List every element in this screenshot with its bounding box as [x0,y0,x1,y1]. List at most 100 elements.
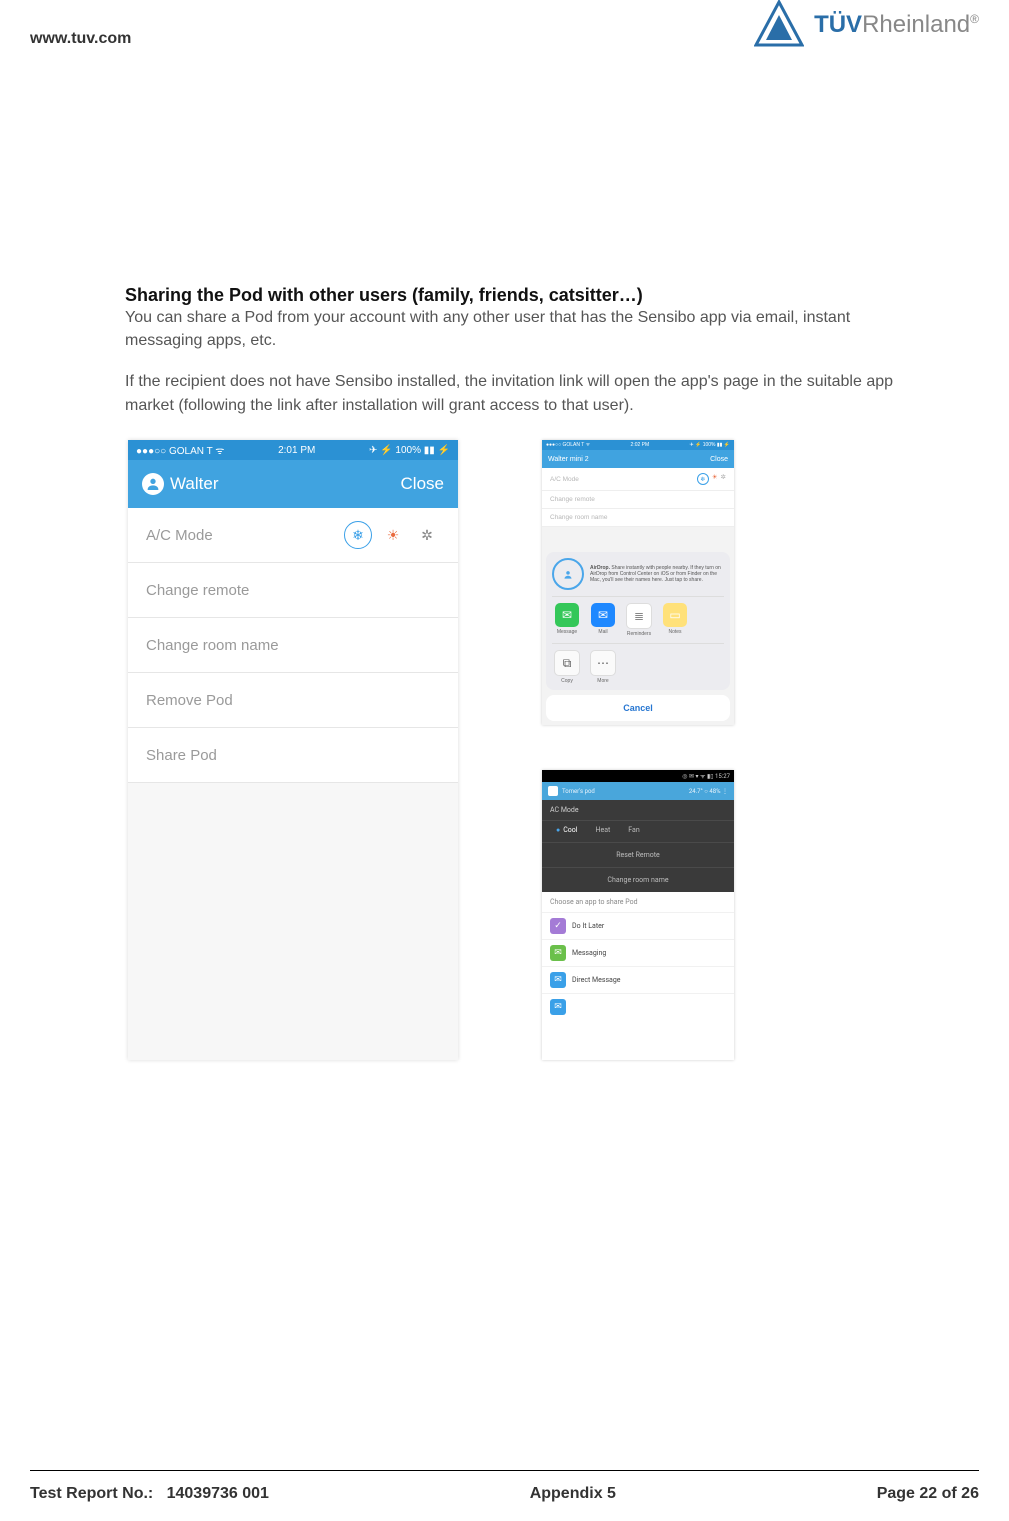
row-label: Remove Pod [146,692,233,709]
share-actions-row: ⧉ Copy ⋯More [552,650,724,684]
row-reset-remote[interactable]: Reset Remote [542,843,734,868]
sun-icon: ☀ [712,473,718,485]
status-carrier: ●●●○○ GOLAN T ᯤ [546,442,590,448]
mail-icon: ✉ [591,603,615,627]
tuv-triangle-icon [754,0,804,50]
screenshot-android-share: ◎ ✉ ▾ ᯤ ▮▯ 15:27 Tomer's pod 24.7° ○ 48%… [542,770,734,1060]
footer-divider [30,1470,979,1471]
share-option-icon: ✉ [550,972,566,988]
ios-nav-bar: Walter mini 2 Close [542,450,734,468]
ios-status-bar: ●●●○○ GOLAN T ᯤ 2:02 PM ✈ ⚡ 100% ▮▮ ⚡ [542,440,734,450]
header-url: www.tuv.com [30,30,131,48]
fan-icon[interactable]: ✲ [414,522,440,548]
row-label: A/C Mode [146,527,213,544]
row-label: A/C Mode [550,476,579,483]
share-sheet: AirDrop. Share instantly with people nea… [546,552,730,721]
android-status-bar: ◎ ✉ ▾ ᯤ ▮▯ 15:27 [542,770,734,782]
share-option-label: Direct Message [572,976,621,984]
footer-right: Page 22 of 26 [877,1485,979,1503]
nav-title: Walter [142,473,219,495]
ios-status-bar: ●●●○○ GOLAN T ᯤ 2:01 PM ✈ ⚡ 100% ▮▮ ⚡ [128,440,458,460]
status-carrier: ●●●○○ GOLAN T ᯤ [136,443,224,457]
status-time: 2:02 PM [631,442,650,448]
snowflake-icon[interactable]: ❄ [344,521,372,549]
screenshot-ios-share-sheet: ●●●○○ GOLAN T ᯤ 2:02 PM ✈ ⚡ 100% ▮▮ ⚡ Wa… [542,440,734,725]
share-option[interactable]: ✉ Direct Message [542,966,734,993]
share-option[interactable]: ✉ [542,993,734,1020]
android-dark-panel: AC Mode ●Cool Heat Fan Reset Remote Chan… [542,800,734,892]
copy-icon: ⧉ [554,650,580,676]
section-paragraph-1: You can share a Pod from your account wi… [125,306,895,352]
screenshot-ios-settings: ●●●○○ GOLAN T ᯤ 2:01 PM ✈ ⚡ 100% ▮▮ ⚡ Wa… [128,440,458,1060]
footer-left-value: 14039736 001 [167,1485,269,1502]
share-option-icon: ✓ [550,918,566,934]
row-label: Change remote [550,496,595,503]
status-battery: ✈ ⚡ 100% ▮▮ ⚡ [369,445,450,456]
content-block: Sharing the Pod with other users (family… [125,285,895,417]
mode-fan[interactable]: Fan [628,826,639,834]
close-button[interactable]: Close [710,456,728,463]
row-change-room-name[interactable]: Change room name [128,618,458,673]
section-title: Sharing the Pod with other users (family… [125,285,895,306]
cancel-button[interactable]: Cancel [546,695,730,721]
mode-cool[interactable]: ●Cool [556,826,577,834]
share-action-label: Copy [561,678,573,684]
row-label: Share Pod [146,747,217,764]
nav-title: Tomer's pod [548,786,595,796]
airdrop-row[interactable]: AirDrop. Share instantly with people nea… [552,558,724,597]
share-option-label: Do It Later [572,922,604,930]
airdrop-icon [552,558,584,590]
share-option[interactable]: ✓ Do It Later [542,912,734,939]
status-icons: ◎ ✉ ▾ ᯤ ▮▯ 15:27 [682,772,730,780]
close-button[interactable]: Close [401,474,444,494]
row-change-remote: Change remote [542,491,734,509]
share-action-more[interactable]: ⋯More [588,650,618,684]
notes-icon: ▭ [663,603,687,627]
share-app-label: Notes [668,629,681,635]
nav-title-text: Walter [170,474,219,494]
share-options-list: ✓Do It Later✉Messaging✉Direct Message✉ [542,912,734,1020]
share-apps-row: ✉ Message ✉Mail≣Reminders ▭ Notes [552,603,724,644]
share-app-label: Message [557,629,577,635]
share-action-copy[interactable]: ⧉ Copy [552,650,582,684]
tuv-brand-text: TÜVRheinland® [814,11,979,39]
mode-icons: ❄ ☀ ✲ [344,521,440,549]
share-chooser-title: Choose an app to share Pod [542,892,734,912]
tuv-brand-light: Rheinland [862,11,970,38]
row-remove-pod[interactable]: Remove Pod [128,673,458,728]
mode-selector: ●Cool Heat Fan [542,821,734,843]
row-change-remote[interactable]: Change remote [128,563,458,618]
share-app-notes[interactable]: ▭ Notes [660,603,690,637]
android-top-bar: Tomer's pod 24.7° ○ 48% ⋮ [542,782,734,800]
device-icon [548,786,558,796]
airdrop-text: AirDrop. Share instantly with people nea… [590,565,724,583]
row-label: Change remote [146,582,249,599]
mode-heat[interactable]: Heat [595,826,610,834]
footer-left: Test Report No.: 14039736 001 [30,1485,269,1503]
share-app-mail[interactable]: ✉Mail [588,603,618,637]
status-time: 2:01 PM [278,445,315,456]
share-option-icon: ✉ [550,945,566,961]
nav-title-text: Tomer's pod [562,788,595,795]
snowflake-icon: ❄ [697,473,709,485]
row-change-room-name[interactable]: Change room name [542,868,734,892]
row-share-pod[interactable]: Share Pod [128,728,458,783]
sun-icon[interactable]: ☀ [380,522,406,548]
footer-center: Appendix 5 [530,1485,616,1503]
airdrop-body: Share instantly with people nearby. If t… [590,565,721,583]
row-change-room-name: Change room name [542,509,734,527]
share-app-message[interactable]: ✉ Message [552,603,582,637]
nav-title-text: Walter mini 2 [548,456,589,463]
row-ac-mode: A/C Mode ❄ ☀ ✲ [542,468,734,491]
radio-selected-icon: ● [556,826,560,834]
share-action-label: More [597,678,608,684]
share-option-icon: ✉ [550,999,566,1015]
tuv-logo: TÜVRheinland® [754,0,979,50]
tuv-brand-bold: TÜV [814,11,862,38]
share-option[interactable]: ✉Messaging [542,939,734,966]
page-footer: Test Report No.: 14039736 001 Appendix 5… [30,1485,979,1503]
footer-left-label: Test Report No.: [30,1485,153,1502]
row-ac-mode[interactable]: A/C Mode ❄ ☀ ✲ [128,508,458,563]
message-icon: ✉ [555,603,579,627]
share-app-reminders[interactable]: ≣Reminders [624,603,654,637]
